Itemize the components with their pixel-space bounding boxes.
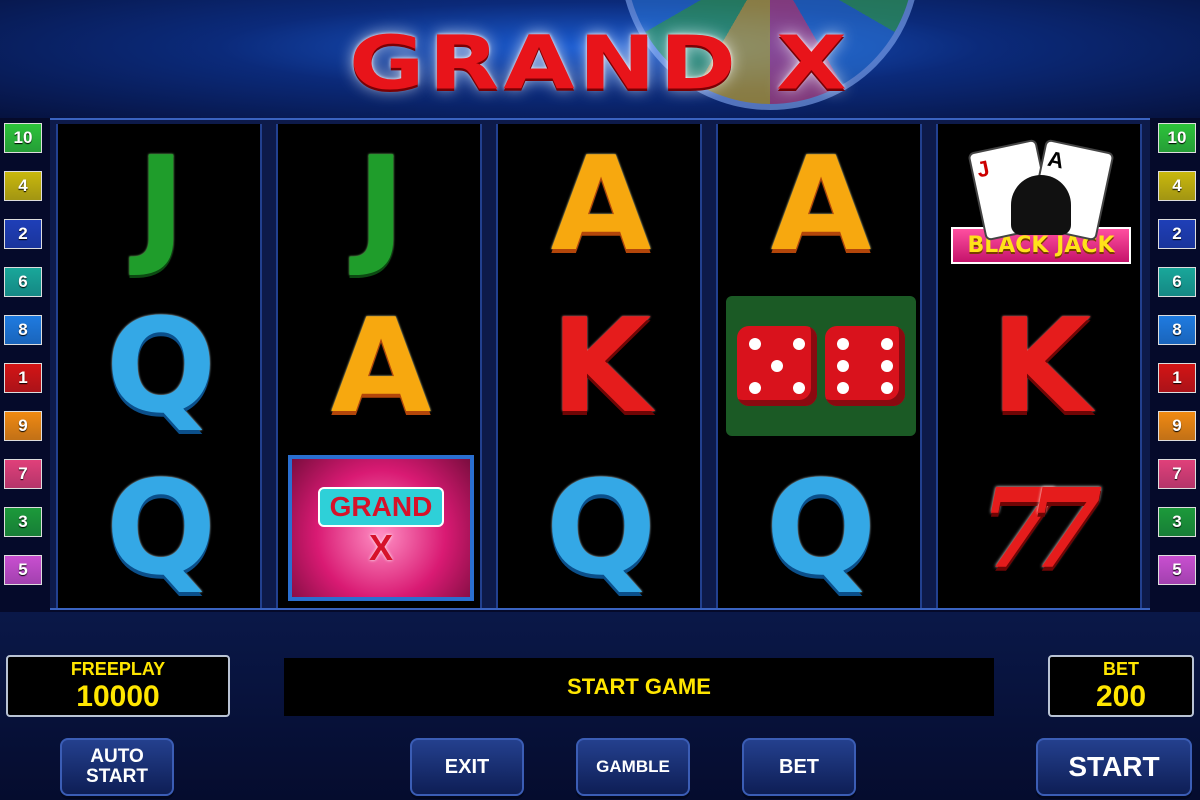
- reel-symbol-seven: 7 7: [938, 448, 1144, 608]
- reels-area: J Q Q J A GRAND X A K Q A Q J A BLACK JA…: [50, 118, 1150, 610]
- seven-icon: 7: [1026, 463, 1103, 593]
- payline-badge-9: 9: [4, 411, 42, 441]
- payline-badge-7: 7: [4, 459, 42, 489]
- payline-badge-8: 8: [4, 315, 42, 345]
- bet-display: BET 200: [1048, 655, 1194, 717]
- reel-symbol-q: Q: [58, 448, 264, 608]
- reel-symbol-q: Q: [58, 286, 264, 446]
- reel-symbol-blackjack: J A BLACK JACK: [938, 124, 1144, 284]
- payline-badge-9: 9: [1158, 411, 1196, 441]
- reel-symbol-dice: [718, 286, 924, 446]
- reel-symbol-j: J: [58, 124, 264, 284]
- auto-start-button[interactable]: AUTO START: [60, 738, 174, 796]
- payline-badge-6: 6: [4, 267, 42, 297]
- freeplay-value: 10000: [76, 680, 160, 713]
- payline-badge-6: 6: [1158, 267, 1196, 297]
- symbol-j: J: [356, 128, 406, 280]
- blackjack-symbol: J A BLACK JACK: [951, 138, 1131, 264]
- reel-2: J A GRAND X: [276, 124, 482, 608]
- reel-symbol-k: K: [498, 286, 704, 446]
- game-logo: GRAND X: [349, 20, 851, 107]
- symbol-k: K: [990, 290, 1092, 442]
- gamble-button[interactable]: GAMBLE: [576, 738, 690, 796]
- reel-symbol-j: J: [278, 124, 484, 284]
- symbol-a: A: [330, 290, 432, 442]
- exit-button[interactable]: EXIT: [410, 738, 524, 796]
- auto-start-label-line2: START: [86, 766, 148, 787]
- payline-badge-1: 1: [1158, 363, 1196, 393]
- die-right: [825, 326, 905, 406]
- reel-symbol-k: K: [938, 286, 1144, 446]
- symbol-q: Q: [105, 290, 217, 442]
- payline-badge-8: 8: [1158, 315, 1196, 345]
- payline-badge-4: 4: [1158, 171, 1196, 201]
- grandx-scatter-symbol: GRAND X: [288, 455, 474, 601]
- reel-symbol-grandx: GRAND X: [278, 448, 484, 608]
- reel-5: J A BLACK JACK K 7 7: [936, 124, 1142, 608]
- symbol-q: Q: [545, 452, 657, 604]
- symbol-a: A: [770, 128, 872, 280]
- spade-icon: [1010, 174, 1071, 235]
- freeplay-display: FREEPLAY 10000: [6, 655, 230, 717]
- payline-badge-10: 10: [1158, 123, 1196, 153]
- payline-badge-2: 2: [4, 219, 42, 249]
- message-bar: START GAME: [284, 658, 994, 716]
- payline-badge-5: 5: [1158, 555, 1196, 585]
- bet-label: BET: [1103, 659, 1139, 679]
- auto-start-label-line1: AUTO: [90, 746, 144, 768]
- dice-icon: [726, 296, 916, 436]
- die-left: [737, 326, 817, 406]
- reel-symbol-a: A: [498, 124, 704, 284]
- symbol-q: Q: [765, 452, 877, 604]
- freeplay-label: FREEPLAY: [70, 659, 166, 679]
- symbol-j: J: [136, 128, 186, 280]
- payline-badge-3: 3: [4, 507, 42, 537]
- payline-badge-1: 1: [4, 363, 42, 393]
- reel-symbol-q: Q: [718, 448, 924, 608]
- bet-value: 200: [1095, 680, 1147, 713]
- symbol-a: A: [550, 128, 652, 280]
- symbol-k: K: [550, 290, 652, 442]
- payline-badge-10: 10: [4, 123, 42, 153]
- payline-badge-7: 7: [1158, 459, 1196, 489]
- payline-badge-3: 3: [1158, 507, 1196, 537]
- game-header: GRAND X: [0, 0, 1200, 118]
- payline-badge-5: 5: [4, 555, 42, 585]
- payline-badge-2: 2: [1158, 219, 1196, 249]
- grandx-symbol-bottom: X: [368, 527, 393, 568]
- reel-3: A K Q: [496, 124, 702, 608]
- reel-symbol-q: Q: [498, 448, 704, 608]
- reel-4: A Q: [716, 124, 922, 608]
- reel-symbol-a: A: [278, 286, 484, 446]
- symbol-q: Q: [105, 452, 217, 604]
- playing-cards-icon: J A: [966, 138, 1116, 241]
- reel-symbol-a: A: [718, 124, 924, 284]
- start-button[interactable]: START: [1036, 738, 1192, 796]
- reel-1: J Q Q: [56, 124, 262, 608]
- payline-badge-4: 4: [4, 171, 42, 201]
- grandx-symbol-top: GRAND: [317, 487, 445, 527]
- bet-button[interactable]: BET: [742, 738, 856, 796]
